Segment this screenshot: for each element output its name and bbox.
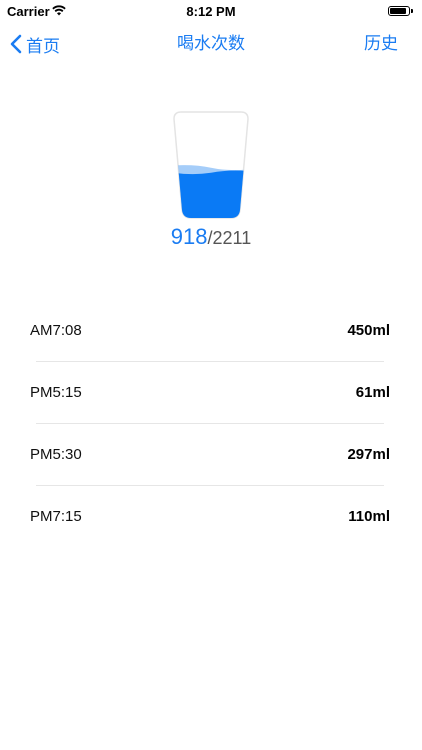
record-time: PM7:15 <box>30 508 82 525</box>
record-amount: 110ml <box>348 508 390 525</box>
water-cup <box>168 108 254 222</box>
battery-tip <box>411 9 413 13</box>
intake-goal: 2211 <box>212 228 252 248</box>
page-title: 喝水次数 <box>177 34 245 53</box>
list-item[interactable]: PM7:15 110ml <box>30 486 390 547</box>
list-item[interactable]: AM7:08 450ml <box>30 300 390 361</box>
intake-summary: 918/2211 <box>0 224 422 250</box>
record-amount: 297ml <box>347 446 390 463</box>
status-bar: Carrier 8:12 PM <box>0 0 422 22</box>
list-item[interactable]: PM5:15 61ml <box>30 362 390 423</box>
history-button[interactable]: 历史 <box>364 22 398 66</box>
record-amount: 61ml <box>355 384 390 401</box>
battery-fill <box>390 8 406 14</box>
intake-current: 918 <box>170 224 208 249</box>
record-time: PM5:30 <box>30 446 82 463</box>
list-item[interactable]: PM5:30 297ml <box>30 424 390 485</box>
status-time: 8:12 PM <box>186 4 236 19</box>
cup-icon <box>173 111 249 219</box>
record-time: AM7:08 <box>30 322 82 339</box>
record-amount: 450ml <box>347 322 390 339</box>
nav-bar: 首页 喝水次数 历史 <box>0 22 422 66</box>
battery-icon <box>388 6 410 16</box>
record-time: PM5:15 <box>30 384 82 401</box>
record-list: AM7:08 450ml PM5:15 61ml PM5:30 297ml PM… <box>30 300 390 547</box>
